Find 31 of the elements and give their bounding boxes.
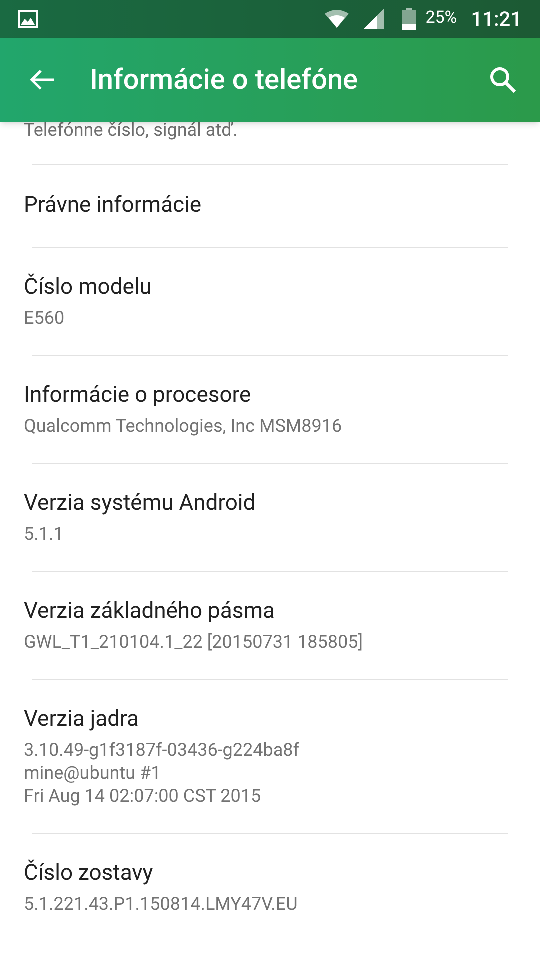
item-title: Verzia systému Android bbox=[24, 491, 257, 517]
item-title: Verzia základného pásma bbox=[24, 599, 276, 625]
item-title: Informácie o procesore bbox=[24, 383, 252, 409]
item-title: Číslo modelu bbox=[24, 275, 153, 301]
item-value: 3.10.49-g1f3187f-03436-g224ba8f mine@ubuntu #1 Fri Aug 14 02:07:00 CST 2015 bbox=[24, 739, 301, 808]
settings-list-item[interactable]: Právne informácie bbox=[24, 165, 516, 247]
settings-list-item[interactable]: Verzia jadra 3.10.49-g1f3187f-03436-g224ba8f mine@ubuntu #1 Fri Aug 14 02:07:00 CST 2015 bbox=[24, 680, 516, 833]
item-value: E560 bbox=[24, 307, 66, 330]
settings-list-item[interactable]: Informácie o procesore Qualcomm Technologies, Inc MSM8916 bbox=[24, 356, 516, 463]
item-value: 5.1.221.43.P1.150814.LMY47V.EU bbox=[24, 893, 299, 916]
clock-time: 11:21 bbox=[471, 6, 522, 33]
back-arrow-icon bbox=[29, 68, 55, 92]
battery-percentage: 25% bbox=[426, 7, 458, 30]
item-subtitle: Telefónne číslo, signál atď. bbox=[24, 120, 238, 142]
settings-list-item[interactable]: Číslo modelu E560 bbox=[24, 248, 516, 355]
item-title: Právne informácie bbox=[24, 193, 203, 219]
wifi-icon bbox=[324, 9, 350, 29]
settings-list-item[interactable]: Číslo zostavy 5.1.221.43.P1.150814.LMY47V.EU bbox=[24, 834, 516, 941]
search-button[interactable] bbox=[488, 65, 518, 95]
item-value: Qualcomm Technologies, Inc MSM8916 bbox=[24, 415, 344, 438]
item-value: GWL_T1_210104.1_22 [20150731 185805] bbox=[24, 631, 364, 654]
item-value: 5.1.1 bbox=[24, 523, 65, 546]
item-title: Verzia jadra bbox=[24, 707, 140, 733]
settings-list-item[interactable]: Verzia systému Android 5.1.1 bbox=[24, 464, 516, 571]
battery-icon bbox=[402, 8, 416, 30]
item-title: Číslo zostavy bbox=[24, 861, 154, 887]
settings-list-item[interactable]: Verzia základného pásma GWL_T1_210104.1_22 [20150731 185805] bbox=[24, 572, 516, 679]
image-icon bbox=[18, 10, 38, 28]
screen-title: Informácie o telefóne bbox=[90, 62, 358, 98]
signal-icon bbox=[364, 9, 384, 29]
search-icon bbox=[489, 66, 517, 94]
